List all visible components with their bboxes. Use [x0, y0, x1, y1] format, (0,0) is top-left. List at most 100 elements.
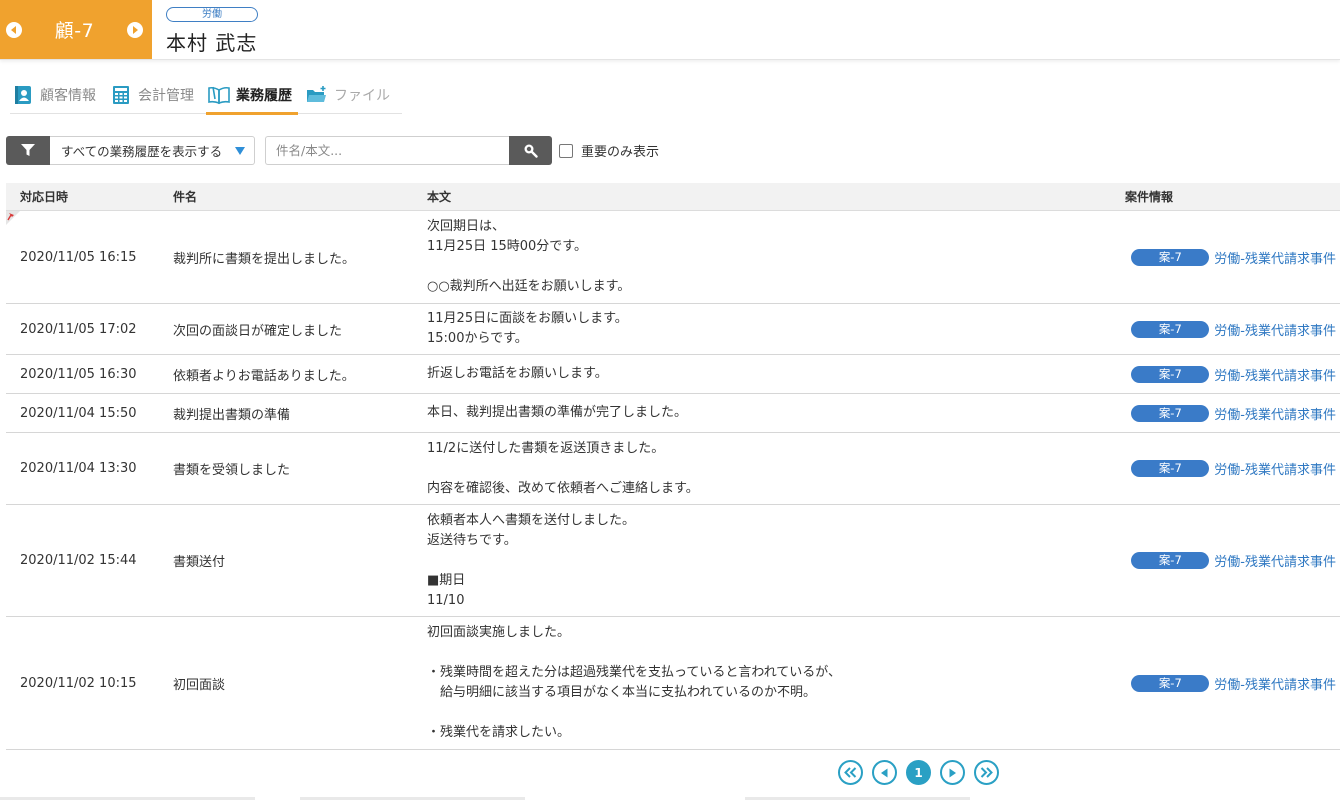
- search-input[interactable]: [265, 136, 509, 165]
- case-link[interactable]: 労働-残業代請求事件: [1214, 674, 1336, 693]
- case-badge[interactable]: 案-7: [1131, 404, 1210, 422]
- next-page-button[interactable]: [940, 760, 965, 785]
- row-subject[interactable]: 書類送付: [173, 551, 427, 570]
- prev-client-button[interactable]: [6, 21, 22, 38]
- row-body: 本日、裁判提出書類の準備が完了しました。: [427, 405, 688, 420]
- case-link[interactable]: 労働-残業代請求事件: [1214, 320, 1336, 339]
- row-date: 2020/11/02 10:15: [20, 675, 137, 691]
- table-row[interactable]: 2020/11/05 17:02 次回の面談日が確定しました 11月25日に面談をお…: [6, 304, 1340, 355]
- caret-left-icon: [11, 25, 16, 34]
- column-header-date[interactable]: 対応日時: [6, 188, 173, 205]
- row-case-info: 案-7 労働-残業代請求事件: [1111, 248, 1340, 267]
- case-link[interactable]: 労働-残業代請求事件: [1214, 404, 1336, 423]
- row-subject[interactable]: 依頼者よりお電話ありました。: [173, 365, 427, 384]
- case-link[interactable]: 労働-残業代請求事件: [1214, 365, 1336, 384]
- row-date: 2020/11/05 16:15: [20, 249, 137, 265]
- row-body: 11月25日に面談をお願いします。 15:00からです。: [427, 311, 628, 346]
- case-badge[interactable]: 案-7: [1131, 460, 1210, 477]
- prev-page-button[interactable]: [872, 760, 897, 785]
- caret-right-icon: [949, 768, 956, 777]
- client-navigator: 顧-7: [0, 0, 152, 59]
- calculator-icon: [110, 84, 132, 106]
- case-badge[interactable]: 案-7: [1131, 674, 1210, 692]
- case-badge[interactable]: 案-7: [1131, 365, 1210, 383]
- next-client-button[interactable]: [126, 21, 143, 38]
- folder-add-icon: [306, 84, 328, 106]
- row-body: 11/2に送付した書類を返送頂きました。 内容を確認後、改めて依頼者へご連絡しま…: [427, 440, 699, 496]
- row-case-info: 案-7 労働-残業代請求事件: [1111, 404, 1340, 423]
- filter-button[interactable]: [6, 136, 50, 165]
- row-case-info: 案-7 労働-残業代請求事件: [1111, 551, 1340, 570]
- row-body: 折返しお電話をお願いします。: [427, 366, 608, 381]
- row-date: 2020/11/05 16:30: [20, 366, 137, 382]
- row-date: 2020/11/02 15:44: [20, 553, 137, 568]
- row-subject[interactable]: 書類を受領しました: [173, 459, 427, 478]
- category-badge: 労働: [166, 7, 258, 22]
- contact-card-icon: [12, 84, 34, 106]
- row-subject[interactable]: 裁判提出書類の準備: [173, 404, 427, 423]
- caret-right-icon: [132, 25, 138, 34]
- table-body: 2020/11/05 16:15 裁判所に書類を提出しました。 次回期日は、 11月…: [6, 211, 1340, 750]
- column-header-case[interactable]: 案件情報: [1111, 188, 1340, 205]
- table-row[interactable]: 2020/11/02 15:44 書類送付 依頼者本人へ書類を送付しました。 返送待…: [6, 505, 1340, 617]
- tab-files[interactable]: ファイル: [304, 76, 394, 113]
- tab-work-history[interactable]: 業務履歴: [206, 76, 298, 115]
- tab-label: ファイル: [334, 87, 390, 104]
- row-case-info: 案-7 労働-残業代請求事件: [1111, 365, 1340, 384]
- table-row[interactable]: 2020/11/05 16:15 裁判所に書類を提出しました。 次回期日は、 11月…: [6, 211, 1340, 304]
- row-case-info: 案-7 労働-残業代請求事件: [1111, 459, 1340, 478]
- row-date: 2020/11/04 15:50: [20, 405, 137, 421]
- row-body: 依頼者本人へ書類を送付しました。 返送待ちです。 ■期日 11/10: [427, 512, 636, 608]
- client-name: 本村 武志: [166, 31, 258, 55]
- row-subject[interactable]: 初回面談: [173, 674, 427, 693]
- row-case-info: 案-7 労働-残業代請求事件: [1111, 320, 1340, 339]
- pagination: 1: [838, 760, 1008, 785]
- first-page-button[interactable]: [838, 760, 863, 785]
- table-row[interactable]: 2020/11/02 10:15 初回面談 初回面談実施しました。 ・残業時間を超え…: [6, 617, 1340, 750]
- case-link[interactable]: 労働-残業代請求事件: [1214, 248, 1336, 267]
- funnel-icon: [21, 144, 35, 156]
- caret-down-icon: [235, 146, 245, 155]
- double-chevron-left-icon: [844, 767, 857, 778]
- important-only-toggle[interactable]: 重要のみ表示: [559, 141, 659, 160]
- row-body: 次回期日は、 11月25日 15時00分です。 ○○裁判所へ出廷をお願いします。: [427, 219, 631, 294]
- work-history-table: 対応日時 件名 本文 案件情報 2020/11/05 16:15 裁判所に書類を提…: [6, 183, 1340, 750]
- client-header: 顧-7 労働 本村 武志: [0, 0, 1340, 60]
- row-date: 2020/11/04 13:30: [20, 461, 137, 476]
- open-book-icon: [208, 84, 230, 106]
- case-badge[interactable]: 案-7: [1131, 248, 1210, 266]
- tab-label: 会計管理: [138, 87, 194, 104]
- row-date: 2020/11/05 17:02: [20, 321, 137, 337]
- table-row[interactable]: 2020/11/04 13:30 書類を受領しました 11/2に送付した書類を返送頂…: [6, 433, 1340, 505]
- case-link[interactable]: 労働-残業代請求事件: [1214, 551, 1336, 570]
- history-filter-value: すべての業務履歴を表示する: [61, 144, 223, 159]
- case-badge[interactable]: 案-7: [1131, 552, 1210, 569]
- tab-customer-info[interactable]: 顧客情報: [10, 76, 100, 113]
- client-code: 顧-7: [54, 20, 95, 42]
- case-link[interactable]: 労働-残業代請求事件: [1214, 459, 1336, 478]
- important-only-checkbox[interactable]: [559, 143, 573, 158]
- page-number-current[interactable]: 1: [906, 760, 931, 785]
- case-badge[interactable]: 案-7: [1131, 320, 1210, 338]
- last-page-button[interactable]: [974, 760, 999, 785]
- tab-label: 顧客情報: [40, 87, 96, 104]
- table-header: 対応日時 件名 本文 案件情報: [6, 183, 1340, 211]
- pin-icon: [6, 211, 20, 225]
- tab-bar: 顧客情報 会計管理 業務履歴 ファイル: [10, 76, 402, 115]
- row-body: 初回面談実施しました。 ・残業時間を超えた分は超過残業代を支払っていると言われて…: [427, 625, 842, 740]
- caret-left-icon: [881, 768, 888, 777]
- important-only-label: 重要のみ表示: [581, 145, 660, 160]
- tab-label: 業務履歴: [236, 87, 292, 104]
- tab-accounting[interactable]: 会計管理: [108, 76, 198, 113]
- table-row[interactable]: 2020/11/05 16:30 依頼者よりお電話ありました。 折返しお電話をお願い…: [6, 355, 1340, 394]
- history-filter-select[interactable]: すべての業務履歴を表示する: [50, 136, 255, 165]
- row-subject[interactable]: 次回の面談日が確定しました: [173, 320, 427, 339]
- column-header-subject[interactable]: 件名: [173, 188, 427, 205]
- row-case-info: 案-7 労働-残業代請求事件: [1111, 674, 1340, 693]
- search-button[interactable]: [509, 136, 552, 165]
- column-header-body[interactable]: 本文: [427, 187, 1111, 207]
- search-icon: [524, 144, 538, 158]
- filter-bar: すべての業務履歴を表示する 重要のみ表示: [6, 136, 659, 165]
- table-row[interactable]: 2020/11/04 15:50 裁判提出書類の準備 本日、裁判提出書類の準備が完了…: [6, 394, 1340, 433]
- row-subject[interactable]: 裁判所に書類を提出しました。: [173, 248, 427, 267]
